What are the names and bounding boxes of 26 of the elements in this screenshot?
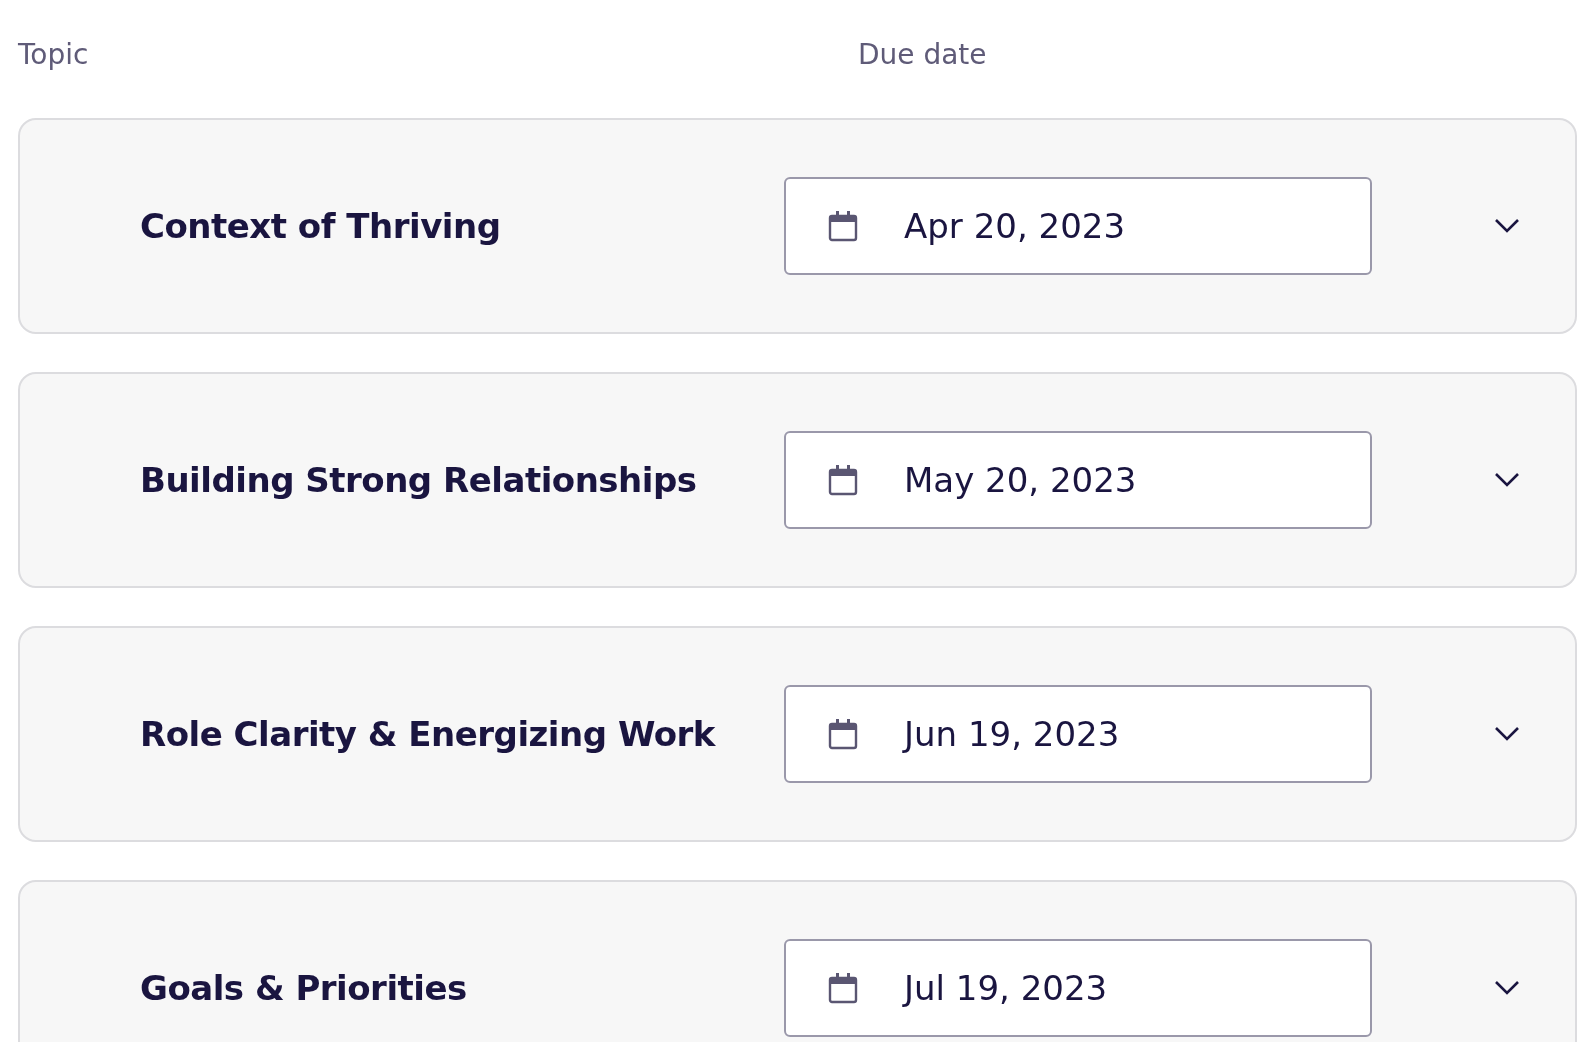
date-value: May 20, 2023 — [904, 460, 1137, 500]
column-header: Due date — [858, 38, 987, 71]
topic-title: Goals & Priorities — [140, 968, 468, 1008]
topic-title: Building Strong Relationships — [140, 460, 698, 500]
chevron-icon[interactable] — [1494, 726, 1520, 742]
topic-title: Context of Thriving — [140, 206, 502, 246]
date-field[interactable]: Jul 19, 2023 — [784, 939, 1372, 1037]
topic-card[interactable]: Role Clarity & Energizing Work Jun 19, 2023 — [18, 626, 1577, 842]
chevron-icon[interactable] — [1494, 980, 1520, 996]
calendar-icon — [828, 718, 858, 750]
column-header: Topic — [18, 38, 90, 71]
date-field[interactable]: May 20, 2023 — [784, 431, 1372, 529]
calendar-icon — [828, 210, 858, 242]
calendar-icon — [828, 464, 858, 496]
chevron-icon[interactable] — [1494, 218, 1520, 234]
topic-title: Role Clarity & Energizing Work — [140, 714, 717, 754]
date-value: Jul 19, 2023 — [904, 968, 1108, 1008]
calendar-icon — [828, 972, 858, 1004]
date-field[interactable]: Apr 20, 2023 — [784, 177, 1372, 275]
date-value: Apr 20, 2023 — [904, 206, 1126, 246]
topic-card[interactable]: Context of Thriving Apr 20, 2023 — [18, 118, 1577, 334]
topic-card[interactable]: Building Strong Relationships May 20, 2023 — [18, 372, 1577, 588]
date-field[interactable]: Jun 19, 2023 — [784, 685, 1372, 783]
topic-card[interactable]: Goals & Priorities Jul 19, 2023 — [18, 880, 1577, 1042]
date-value: Jun 19, 2023 — [904, 714, 1120, 754]
chevron-icon[interactable] — [1494, 472, 1520, 488]
